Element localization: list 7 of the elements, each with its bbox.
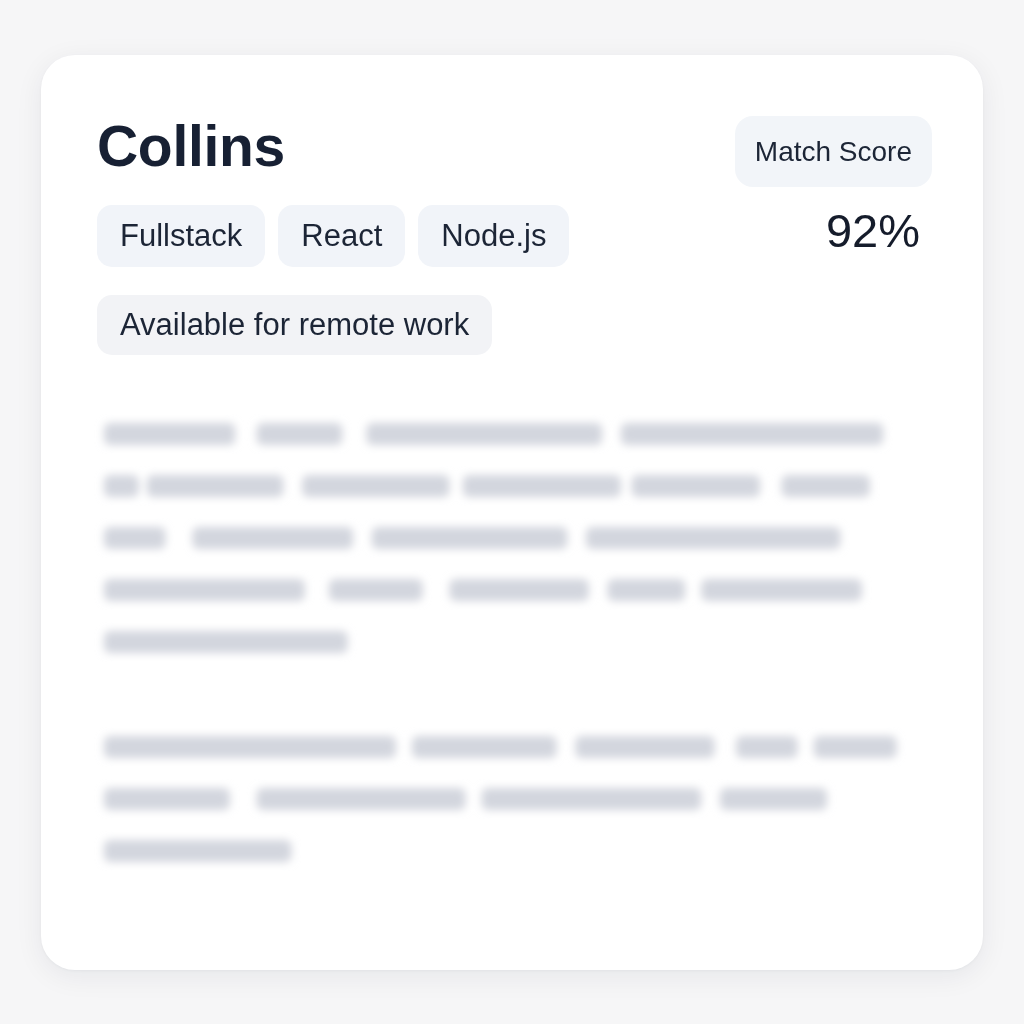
availability-tag: Available for remote work	[97, 295, 493, 355]
skill-tag: Node.js	[418, 205, 570, 267]
match-score-label: Match Score	[734, 116, 932, 187]
skill-tag: React	[278, 205, 406, 267]
candidate-name: Collins	[97, 113, 285, 179]
match-score-value: 92%	[825, 204, 920, 258]
skill-tag: Fullstack	[97, 205, 266, 267]
